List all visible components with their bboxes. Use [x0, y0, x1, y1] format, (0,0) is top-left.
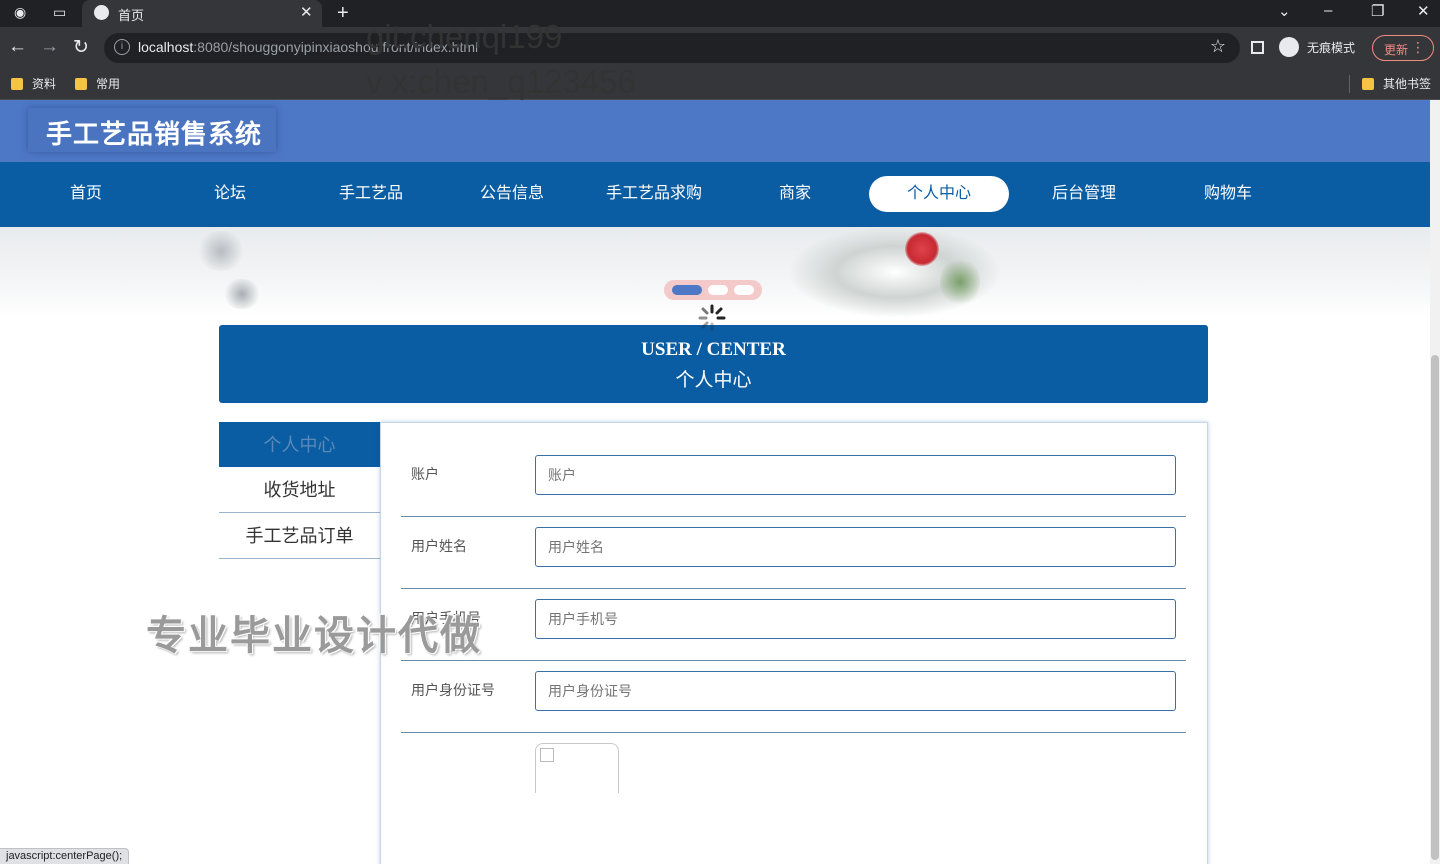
site-info-icon[interactable]: i [114, 39, 130, 55]
carousel-dot-active[interactable] [672, 285, 702, 295]
sidebar-item-addresses[interactable]: 收货地址 [219, 467, 380, 513]
form-row-id-number: 用户身份证号 [401, 661, 1186, 733]
decorative-flower [905, 232, 939, 266]
update-label: 更新 [1384, 43, 1409, 57]
watermark-line-1: git:chenqi199 [366, 18, 563, 55]
main-nav: 首页 论坛 手工艺品 公告信息 手工艺品求购 商家 个人中心 后台管理 购物车 [0, 162, 1430, 227]
new-tab-icon[interactable]: + [337, 2, 349, 25]
other-bookmarks[interactable]: 其他书签 [1362, 75, 1431, 92]
form-row-account: 账户 [401, 445, 1186, 517]
nav-announcements[interactable]: 公告信息 [442, 176, 582, 212]
promo-overlay-text: 专业毕业设计代做 [146, 614, 482, 658]
incognito-label: 无痕模式 [1307, 40, 1356, 55]
bookmark-star-icon[interactable]: ☆ [1210, 36, 1226, 57]
back-icon[interactable]: ← [8, 36, 27, 58]
sidebar-item-orders[interactable]: 手工艺品订单 [219, 513, 380, 559]
bookmarks-bar: 资料 常用 其他书签 [0, 69, 1440, 100]
browser-tab-bar: ◉ ▭ 首页 ✕ + ⌄ – ❐ ✕ [0, 0, 1440, 27]
minimize-icon[interactable]: – [1324, 2, 1332, 19]
decorative-leaf [940, 257, 980, 307]
globe-icon [94, 5, 109, 20]
site-banner: 手工艺品销售系统 [0, 100, 1430, 162]
side-panel-icon[interactable] [1251, 41, 1264, 54]
user-center-header: USER / CENTER 个人中心 [219, 325, 1208, 403]
nav-craft-requests[interactable]: 手工艺品求购 [584, 176, 724, 212]
browser-tab[interactable]: 首页 ✕ [82, 0, 322, 27]
user-center-title-cn: 个人中心 [675, 370, 752, 391]
page-viewport: 手工艺品销售系统 首页 论坛 手工艺品 公告信息 手工艺品求购 商家 个人中心 … [0, 100, 1440, 864]
form-row-phone: 用户手机号 [401, 589, 1186, 661]
chevron-down-icon[interactable]: ⌄ [1278, 2, 1291, 20]
incognito-icon [1279, 37, 1299, 57]
decorative-flower [196, 231, 246, 271]
user-center-title-en: USER / CENTER [641, 339, 786, 360]
update-button[interactable]: 更新 ⋮ [1372, 35, 1434, 61]
nav-forum[interactable]: 论坛 [160, 176, 300, 212]
name-input[interactable] [535, 527, 1176, 567]
carousel-dot[interactable] [708, 285, 728, 295]
bookmark-separator [1349, 75, 1350, 93]
browser-menu-icon[interactable]: ◉ [14, 4, 26, 21]
url-bar[interactable]: i localhost:8080/shouggonyipinxiaoshou/f… [104, 33, 1240, 63]
reload-icon[interactable]: ↻ [73, 36, 89, 59]
tab-title: 首页 [118, 8, 145, 23]
more-icon: ⋮ [1411, 39, 1425, 55]
decorative-flower [222, 279, 262, 309]
scroll-thumb[interactable] [1431, 355, 1439, 860]
account-input[interactable] [535, 455, 1176, 495]
site-title: 手工艺品销售系统 [28, 108, 276, 152]
nav-admin[interactable]: 后台管理 [1014, 176, 1154, 212]
nav-user-center[interactable]: 个人中心 [869, 176, 1009, 212]
nav-cart[interactable]: 购物车 [1158, 176, 1298, 212]
close-tab-icon[interactable]: ✕ [300, 3, 313, 21]
incognito-indicator[interactable]: 无痕模式 [1279, 37, 1355, 57]
account-label: 账户 [411, 466, 439, 482]
close-window-icon[interactable]: ✕ [1417, 2, 1430, 20]
id-number-label: 用户身份证号 [411, 682, 495, 698]
phone-input[interactable] [535, 599, 1176, 639]
page-scrollbar[interactable] [1430, 100, 1440, 864]
folder-icon [1362, 77, 1374, 90]
id-number-input[interactable] [535, 671, 1176, 711]
user-info-form: 账户 用户姓名 用户手机号 用户身份证号 [380, 422, 1208, 864]
sidebar-item-user-center[interactable]: 个人中心 [219, 422, 380, 467]
form-row-name: 用户姓名 [401, 517, 1186, 589]
carousel-dot[interactable] [734, 285, 754, 295]
nav-crafts[interactable]: 手工艺品 [301, 176, 441, 212]
upload-checkbox[interactable] [540, 748, 554, 762]
nav-merchants[interactable]: 商家 [725, 176, 865, 212]
folder-icon [11, 77, 23, 90]
watermark-line-2: v x:chen_q123456 [366, 63, 636, 100]
folder-icon [75, 77, 87, 90]
user-sidebar: 个人中心 收货地址 手工艺品订单 [219, 422, 380, 559]
avatar-upload[interactable] [535, 743, 619, 793]
tab-search-icon[interactable]: ▭ [53, 4, 66, 21]
carousel-indicator[interactable] [664, 280, 762, 300]
status-bar: javascript:centerPage(); [0, 848, 130, 864]
bookmark-folder-2[interactable]: 常用 [75, 75, 120, 92]
forward-icon[interactable]: → [40, 36, 59, 58]
restore-icon[interactable]: ❐ [1371, 2, 1384, 20]
name-label: 用户姓名 [411, 538, 467, 554]
loading-spinner-icon [698, 304, 726, 332]
nav-home[interactable]: 首页 [16, 176, 156, 212]
address-toolbar: ← → ↻ i localhost:8080/shouggonyipinxiao… [0, 27, 1440, 69]
bookmark-folder-1[interactable]: 资料 [11, 75, 56, 92]
